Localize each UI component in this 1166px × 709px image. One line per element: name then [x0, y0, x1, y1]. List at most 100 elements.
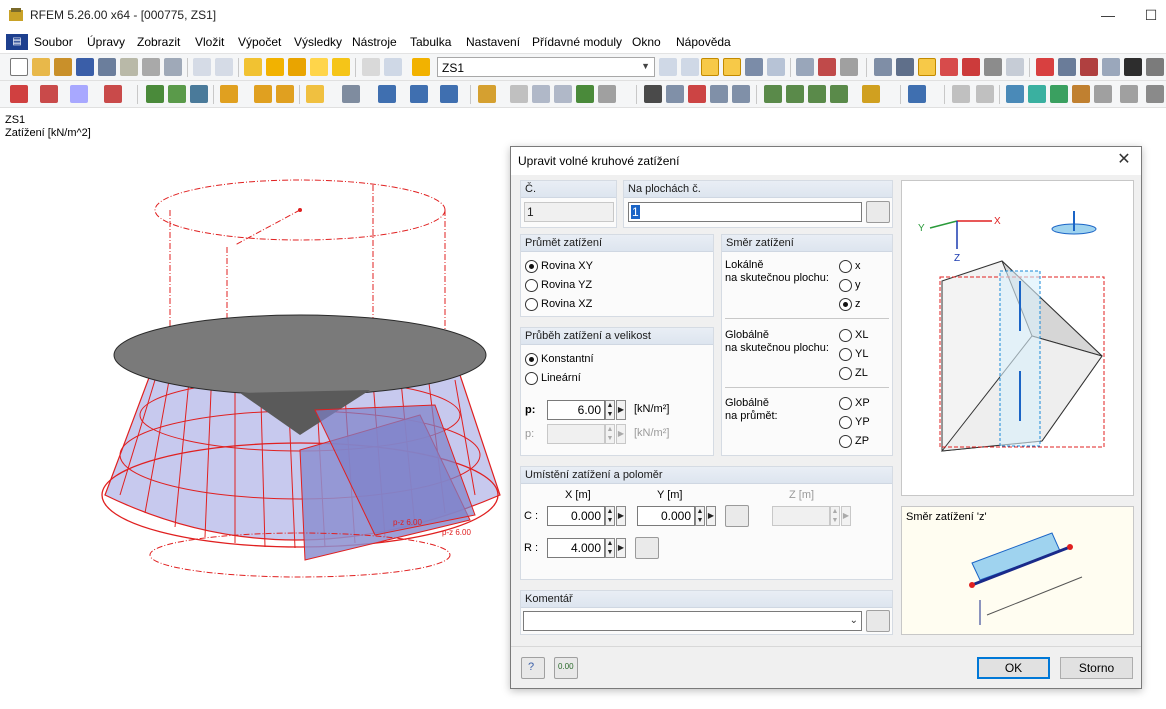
print-icon[interactable] [142, 58, 160, 76]
calculate-all-icon[interactable] [532, 85, 550, 103]
menu-vysledky[interactable]: Výsledky [294, 35, 342, 49]
search-icon[interactable] [266, 58, 284, 76]
model-3d-view[interactable]: p-z 6.00 p-z 6.00 [90, 165, 510, 585]
regenerate-mesh-icon[interactable] [576, 85, 594, 103]
navigator-icon[interactable] [384, 58, 402, 76]
load-case-icon[interactable] [412, 58, 430, 76]
note-icon[interactable] [310, 58, 328, 76]
result-table-icon[interactable] [818, 58, 836, 76]
material-icon[interactable] [190, 85, 208, 103]
radio-global-yl[interactable] [839, 348, 852, 361]
zoom-window-icon[interactable] [688, 85, 706, 103]
radius-arrow[interactable]: ▶ [616, 538, 626, 558]
coordinate-icon[interactable] [1094, 85, 1112, 103]
load-magnitude-input[interactable]: 6.00 [547, 400, 605, 420]
radius-input[interactable]: 4.000 [547, 538, 605, 558]
open-block-icon[interactable] [54, 58, 72, 76]
wireframe-icon[interactable] [908, 85, 926, 103]
center-y-input[interactable]: 0.000 [637, 506, 695, 526]
center-x-arrow[interactable]: ▶ [616, 506, 626, 526]
print-graphic-icon[interactable] [164, 58, 182, 76]
cancel-button[interactable]: Storno [1060, 657, 1133, 679]
guide-line-icon[interactable] [1006, 85, 1024, 103]
result-combination-icon[interactable] [478, 85, 496, 103]
radio-global-xl[interactable] [839, 329, 852, 342]
view-x-icon[interactable] [764, 85, 782, 103]
view-z-icon[interactable] [808, 85, 826, 103]
menu-vlozit[interactable]: Vložit [195, 35, 224, 49]
load-wizard-icon[interactable] [440, 85, 458, 103]
maximize-button[interactable]: ☐ [1136, 4, 1166, 26]
panel-icon[interactable] [1120, 85, 1138, 103]
free-load-icon[interactable] [306, 85, 324, 103]
nodal-load-icon[interactable] [220, 85, 238, 103]
radio-global-yp[interactable] [839, 416, 852, 429]
load-magnitude-arrow[interactable]: ▶ [616, 400, 626, 420]
radio-plane-xy[interactable] [525, 260, 538, 273]
new-node-icon[interactable] [10, 85, 28, 103]
load-case-select[interactable]: ZS1 ▼ [437, 57, 655, 77]
section-icon[interactable] [1036, 58, 1054, 76]
table-icon[interactable] [362, 58, 380, 76]
menu-napoveda[interactable]: Nápověda [676, 35, 731, 49]
help-button[interactable]: ? [521, 657, 545, 679]
report-icon[interactable] [598, 85, 616, 103]
snap-icon[interactable] [918, 58, 936, 76]
minimize-button[interactable]: — [1093, 4, 1123, 26]
clipping-icon[interactable] [1080, 58, 1098, 76]
zoom-icon[interactable] [666, 85, 684, 103]
render-icon[interactable] [1124, 58, 1142, 76]
radio-global-xp[interactable] [839, 397, 852, 410]
new-line-icon[interactable] [40, 85, 58, 103]
surfaces-input[interactable]: 1 [628, 202, 862, 222]
load-magnitude-spinner[interactable]: ▲ ▼ [605, 400, 615, 420]
display-options-icon[interactable] [1146, 58, 1164, 76]
node-snap-icon[interactable] [940, 58, 958, 76]
check-model-icon[interactable] [554, 85, 572, 103]
iso-view-icon[interactable] [710, 85, 728, 103]
generated-load-icon[interactable] [410, 85, 428, 103]
view-icon[interactable] [745, 58, 763, 76]
member-load-icon[interactable] [254, 85, 272, 103]
radius-spinner[interactable]: ▲ ▼ [605, 538, 615, 558]
menu-upravy[interactable]: Úpravy [87, 35, 125, 49]
menu-vypocet[interactable]: Výpočet [238, 35, 281, 49]
edit-icon[interactable] [244, 58, 262, 76]
menu-nastroje[interactable]: Nástroje [352, 35, 397, 49]
display-mode-icon[interactable] [862, 85, 880, 103]
pick-center-button[interactable] [725, 505, 749, 527]
menu-tabulka[interactable]: Tabulka [410, 35, 451, 49]
measure-icon[interactable] [952, 85, 970, 103]
center-x-input[interactable]: 0.000 [547, 506, 605, 526]
new-polyline-icon[interactable] [104, 85, 122, 103]
radio-local-x[interactable] [839, 260, 852, 273]
hinge-icon[interactable] [168, 85, 186, 103]
values-icon[interactable] [767, 58, 785, 76]
open-folder-icon[interactable] [32, 58, 50, 76]
view-3d-icon[interactable] [732, 85, 750, 103]
center-x-spinner[interactable]: ▲ ▼ [605, 506, 615, 526]
close-button[interactable]: ✕ [1115, 150, 1133, 170]
next-load-case-icon[interactable] [681, 58, 699, 76]
solid-load-icon[interactable] [342, 85, 360, 103]
center-y-spinner[interactable]: ▲ ▼ [695, 506, 705, 526]
radio-constant[interactable] [525, 353, 538, 366]
member-snap-icon[interactable] [962, 58, 980, 76]
save-icon[interactable] [76, 58, 94, 76]
rfem-logo-icon[interactable]: ▤ [6, 34, 28, 50]
units-button[interactable]: 0.00 [554, 657, 578, 679]
show-results-icon[interactable] [701, 58, 719, 76]
pick-radius-button[interactable] [635, 537, 659, 559]
ok-button[interactable]: OK [977, 657, 1050, 679]
redo-icon[interactable] [215, 58, 233, 76]
menu-pridavne-moduly[interactable]: Přídavné moduly [532, 35, 622, 49]
more-icon[interactable] [1146, 85, 1164, 103]
view-y-icon[interactable] [786, 85, 804, 103]
visual-object-icon[interactable] [1028, 85, 1046, 103]
menu-soubor[interactable]: Soubor [34, 35, 73, 49]
new-member-icon[interactable] [70, 85, 88, 103]
radio-plane-xz[interactable] [525, 298, 538, 311]
calculate-icon[interactable] [510, 85, 528, 103]
menu-nastaveni[interactable]: Nastavení [466, 35, 520, 49]
save-all-icon[interactable] [98, 58, 116, 76]
